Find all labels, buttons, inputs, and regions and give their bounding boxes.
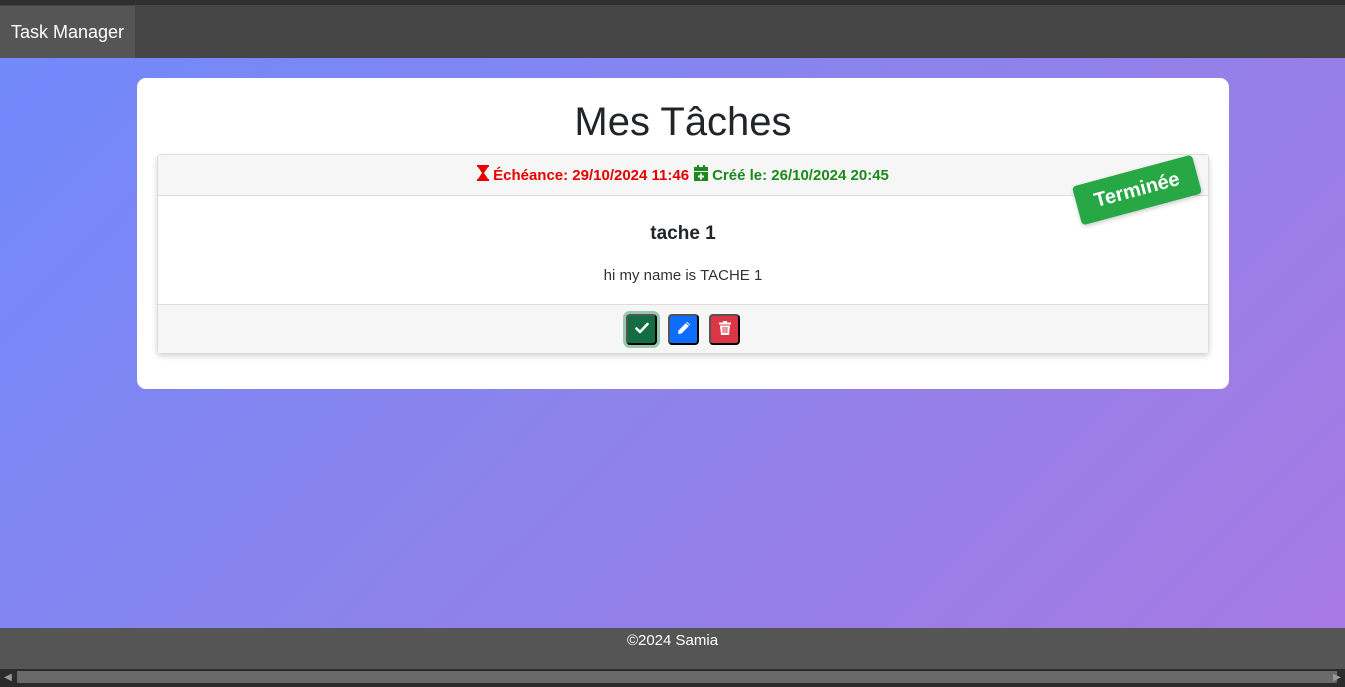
footer-copyright: ©2024 Samia [626, 632, 719, 649]
scrollbar-thumb[interactable] [17, 671, 1337, 683]
task-card-body: tache 1 hi my name is TACHE 1 [158, 196, 1208, 304]
task-card-header: Échéance: 29/10/2024 11:46 Créé le: 26/1… [158, 155, 1208, 196]
check-icon [634, 322, 649, 337]
scroll-right-icon[interactable]: ▶ [1331, 671, 1343, 685]
task-card: Échéance: 29/10/2024 11:46 Créé le: 26/1… [157, 154, 1209, 353]
deadline-info: Échéance: 29/10/2024 11:46 [477, 165, 689, 185]
task-description: hi my name is TACHE 1 [603, 267, 763, 284]
trash-icon [718, 321, 731, 338]
scroll-left-icon[interactable]: ◀ [2, 671, 14, 685]
created-info: Créé le: 26/10/2024 20:45 [694, 165, 889, 185]
edit-button[interactable] [668, 314, 699, 345]
calendar-plus-icon [694, 165, 709, 185]
deadline-text: Échéance: 29/10/2024 11:46 [493, 166, 690, 184]
pencil-icon [677, 321, 691, 338]
page-title: Mes Tâches [574, 100, 792, 144]
mark-done-button[interactable] [626, 314, 657, 345]
footer: ©2024 Samia [0, 628, 1345, 669]
main-content: Mes Tâches Échéance: 29/10/2024 11:46 Cr… [0, 58, 1345, 628]
created-text: Créé le: 26/10/2024 20:45 [712, 166, 889, 184]
horizontal-scrollbar[interactable]: ◀ ▶ [0, 669, 1345, 687]
navbar-brand[interactable]: Task Manager [0, 6, 135, 58]
tasks-panel: Mes Tâches Échéance: 29/10/2024 11:46 Cr… [137, 78, 1229, 389]
delete-button[interactable] [709, 314, 740, 345]
task-title: tache 1 [650, 223, 716, 244]
navbar: Task Manager [0, 5, 1345, 58]
task-card-footer [158, 304, 1208, 353]
hourglass-icon [477, 165, 490, 185]
